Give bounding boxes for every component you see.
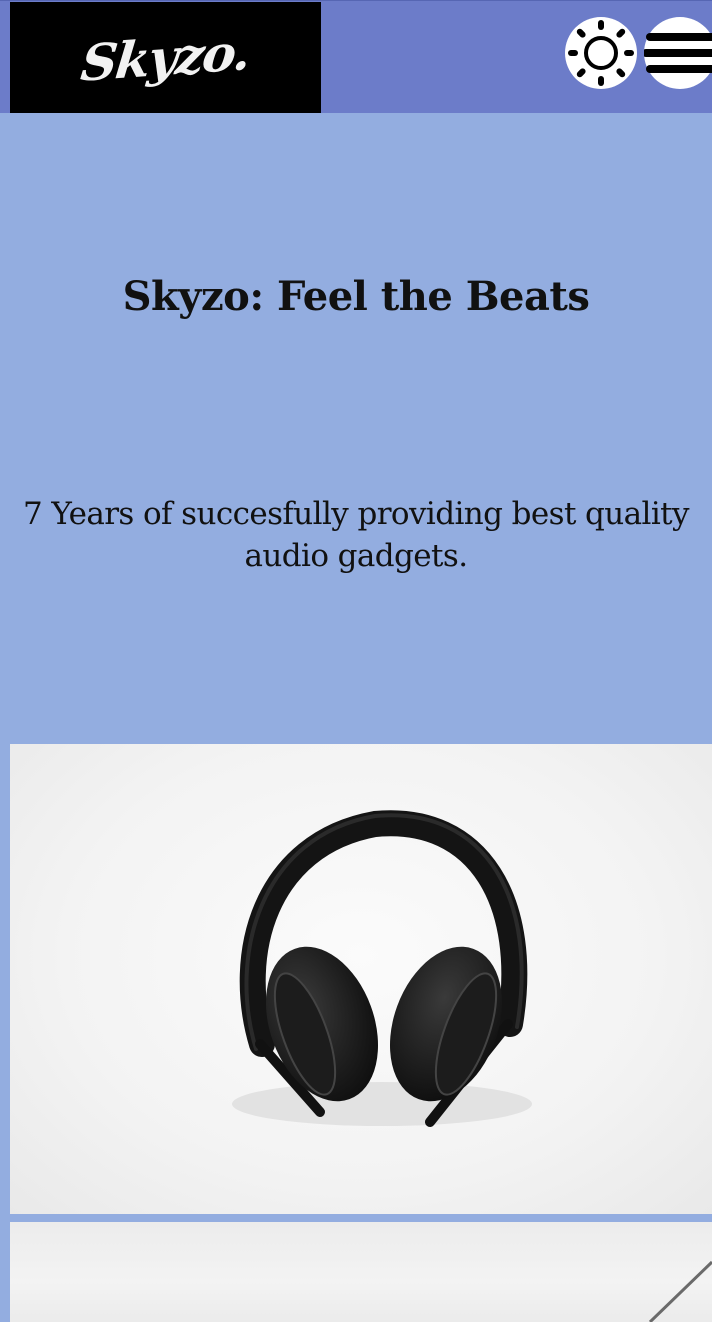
hero-section: Skyzo: Feel the Beats 7 Years of succesf… [0, 113, 712, 743]
logo-text: Skyzo. [78, 22, 253, 93]
menu-button[interactable] [642, 17, 712, 89]
headphones-illustration [232, 810, 532, 1127]
headphones-image [10, 744, 712, 1214]
hero-subtitle: 7 Years of succesfully providing best qu… [23, 496, 690, 574]
product-image-edge [648, 1260, 712, 1322]
hamburger-menu-icon [642, 33, 712, 73]
product-image [10, 1222, 712, 1322]
site-header: Skyzo. [0, 0, 712, 113]
sun-icon [568, 20, 634, 86]
logo[interactable]: Skyzo. [10, 2, 321, 113]
theme-toggle-button[interactable] [565, 17, 637, 89]
hero-title: Skyzo: Feel the Beats [122, 273, 590, 320]
